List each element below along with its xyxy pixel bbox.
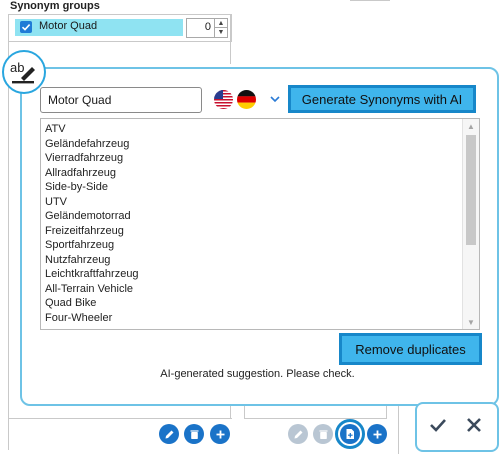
trash-icon: [319, 429, 327, 439]
ab-edit-icon: ab: [2, 50, 46, 94]
list-item[interactable]: Side-by-Side: [45, 181, 139, 196]
frame-line: [8, 418, 232, 419]
us-flag-icon[interactable]: [214, 90, 233, 109]
scroll-up-icon[interactable]: ▲: [463, 119, 479, 133]
list-item[interactable]: Geländemotorrad: [45, 210, 139, 225]
ai-synonyms-button-inner[interactable]: [340, 424, 360, 444]
synonym-groups-title: Synonym groups: [10, 0, 100, 12]
list-item[interactable]: ATV: [45, 123, 139, 138]
list-item[interactable]: UTV: [45, 196, 139, 211]
plus-icon: [216, 430, 224, 438]
stepper-up-icon[interactable]: ▲: [215, 19, 227, 28]
scroll-down-icon[interactable]: ▼: [463, 315, 479, 329]
frame-line: [244, 418, 387, 419]
ai-synonyms-button[interactable]: [335, 419, 365, 449]
term-input[interactable]: Motor Quad: [40, 87, 202, 113]
document-add-icon: [346, 429, 354, 439]
list-item[interactable]: Quad Bike: [45, 297, 139, 312]
svg-text:ab: ab: [10, 60, 24, 75]
list-item[interactable]: Vierradfahrzeug: [45, 152, 139, 167]
frame-line: [350, 0, 390, 1]
list-item[interactable]: Allradfahrzeug: [45, 167, 139, 182]
list-item[interactable]: Leichtkraftfahrzeug: [45, 268, 139, 283]
checkmark-icon: [21, 24, 31, 31]
edit-button-disabled: [288, 424, 308, 444]
synonym-group-count-stepper[interactable]: 0 ▲ ▼: [186, 18, 228, 38]
close-icon: [467, 418, 481, 432]
ai-hint-text: AI-generated suggestion. Please check.: [160, 368, 355, 380]
list-item[interactable]: Freizeitfahrzeug: [45, 225, 139, 240]
remove-duplicates-button[interactable]: Remove duplicates: [339, 333, 482, 365]
chevron-down-icon[interactable]: [270, 92, 280, 106]
stepper-down-icon[interactable]: ▼: [215, 28, 227, 36]
add-button[interactable]: [210, 424, 230, 444]
synonym-group-checkbox[interactable]: [20, 21, 32, 33]
pencil-icon: [294, 430, 302, 438]
frame-line-left: [8, 40, 9, 450]
list-scrollbar[interactable]: ▲ ▼: [462, 119, 479, 329]
synonym-list-items: ATV Geländefahrzeug Vierradfahrzeug Allradf…: [45, 123, 139, 326]
trash-icon: [190, 429, 198, 439]
check-icon: [430, 419, 446, 432]
frame-line: [398, 400, 399, 454]
list-item[interactable]: Geländefahrzeug: [45, 138, 139, 153]
list-item[interactable]: All-Terrain Vehicle: [45, 283, 139, 298]
plus-icon: [373, 430, 381, 438]
stepper-value: 0: [204, 21, 211, 33]
list-item[interactable]: Sportfahrzeug: [45, 239, 139, 254]
term-input-value: Motor Quad: [48, 93, 112, 107]
synonym-group-label: Motor Quad: [39, 20, 98, 32]
delete-button-disabled: [313, 424, 333, 444]
cancel-button[interactable]: [465, 416, 483, 437]
delete-button[interactable]: [184, 424, 204, 444]
edit-button[interactable]: [159, 424, 179, 444]
de-flag-icon[interactable]: [237, 90, 256, 109]
frame-line: [230, 14, 231, 64]
generate-synonyms-button[interactable]: Generate Synonyms with AI: [288, 85, 476, 113]
synonym-list[interactable]: ATV Geländefahrzeug Vierradfahrzeug Allradf…: [40, 118, 480, 330]
scroll-thumb[interactable]: [466, 135, 476, 245]
list-item[interactable]: Four-Wheeler: [45, 312, 139, 327]
list-item[interactable]: Nutzfahrzeug: [45, 254, 139, 269]
add-button-secondary[interactable]: [367, 424, 387, 444]
pencil-icon: [165, 430, 173, 438]
confirm-button[interactable]: [428, 416, 448, 437]
